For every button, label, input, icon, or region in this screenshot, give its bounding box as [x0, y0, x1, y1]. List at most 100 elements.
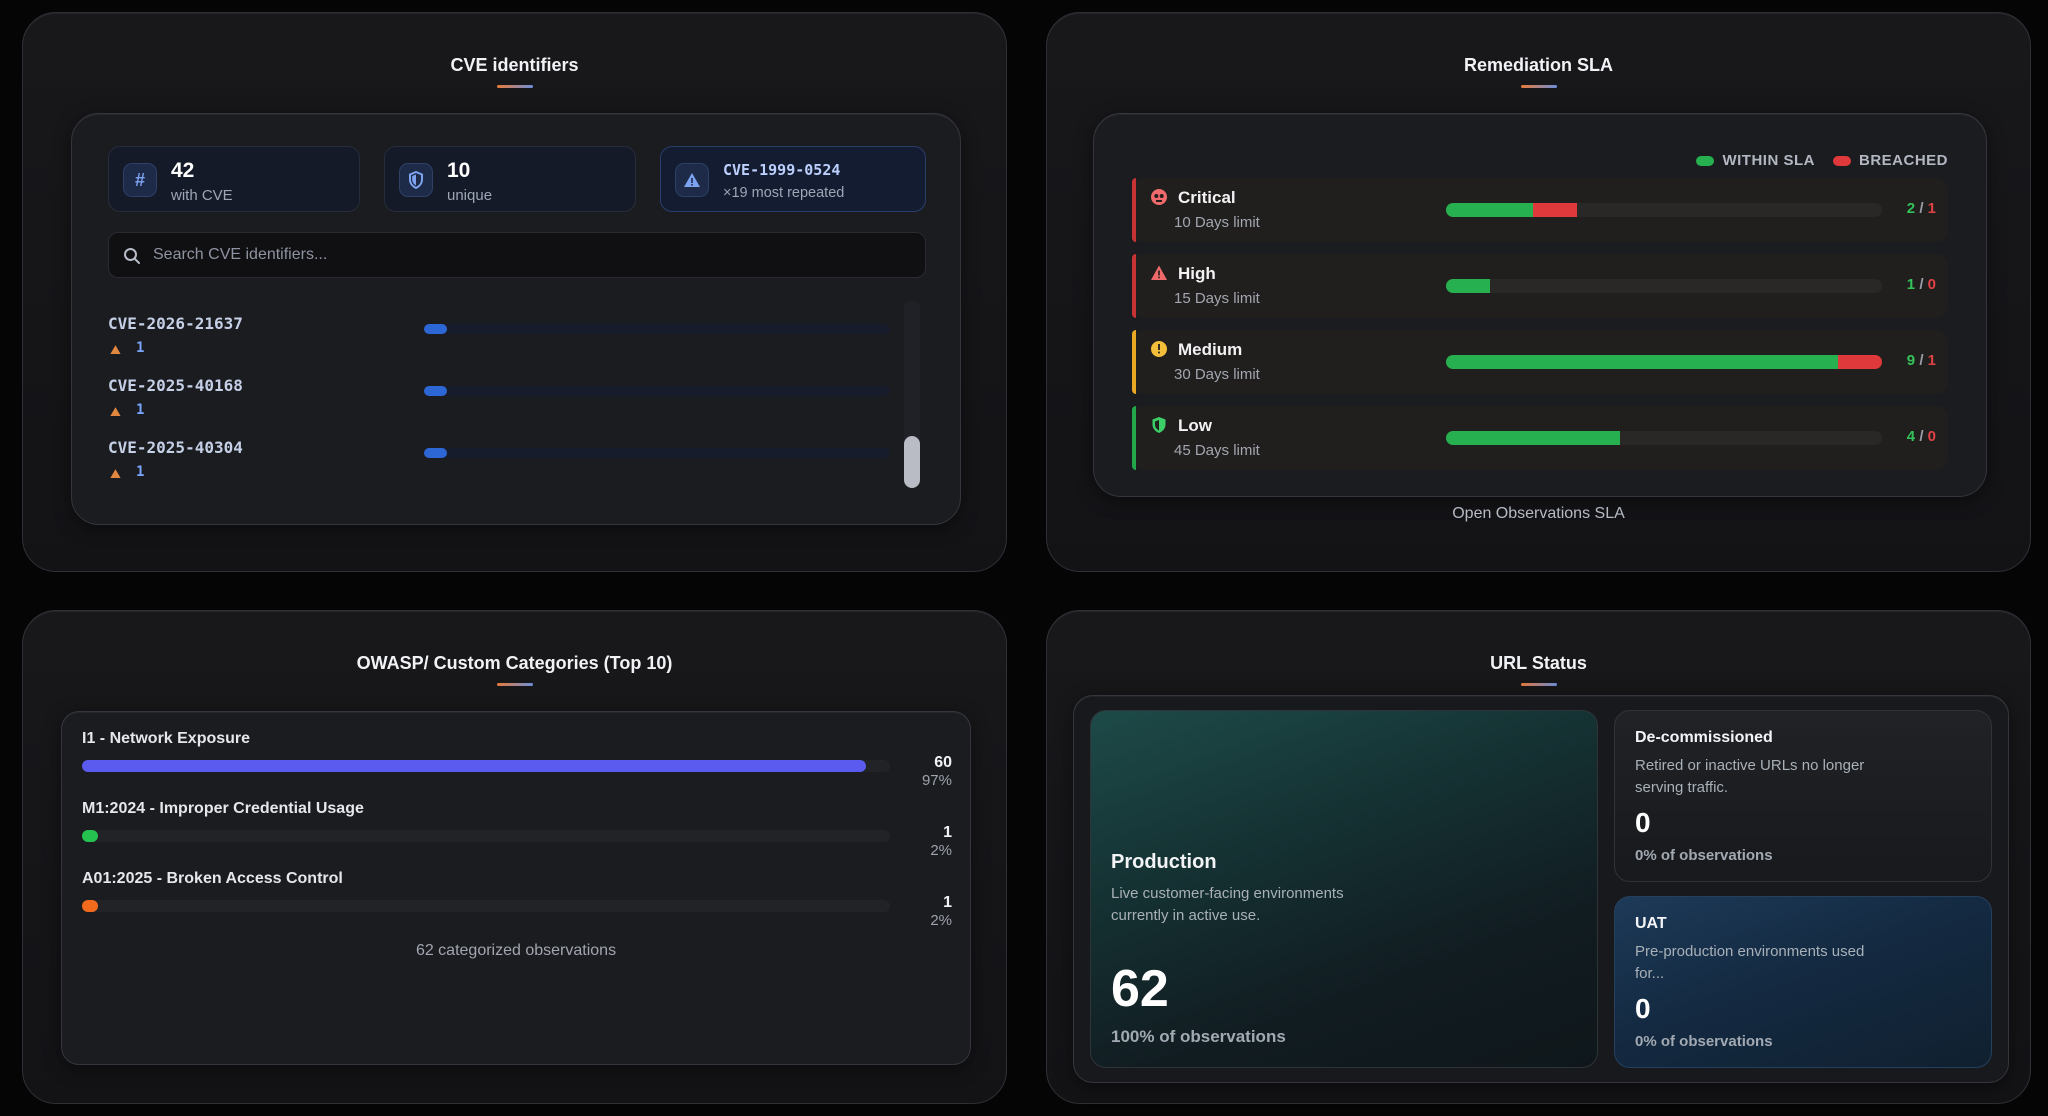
owasp-panel: I1 - Network Exposure 60 97% M1:2024 - I…	[61, 711, 971, 1065]
category-bar-track	[82, 760, 890, 772]
category-count: 60	[934, 754, 952, 771]
sla-row-critical[interactable]: Critical 10 Days limit 2 / 1	[1132, 178, 1948, 242]
info-circle-icon	[1151, 341, 1167, 357]
sla-ratio: 2 / 1	[1907, 200, 1936, 217]
sla-row-medium[interactable]: Medium 30 Days limit 9 / 1	[1132, 330, 1948, 394]
sla-row-high[interactable]: High 15 Days limit 1 / 0	[1132, 254, 1948, 318]
within-count: 2	[1906, 200, 1916, 217]
cve-list-item[interactable]: CVE-2025-40168 ⛰ 1	[108, 376, 890, 428]
stat-with-cve: # 42 with CVE	[108, 146, 360, 212]
cve-identifiers-card: CVE identifiers # 42 with CVE 10 unique …	[22, 12, 1007, 572]
category-percent: 2%	[930, 842, 952, 859]
sla-bar-breached	[1838, 355, 1882, 369]
owasp-category-row[interactable]: M1:2024 - Improper Credential Usage 1 2%	[82, 800, 952, 864]
stat-unique-label: unique	[447, 187, 493, 204]
fire-icon: ⛰	[110, 342, 121, 357]
production-title: Production	[1111, 851, 1217, 873]
category-bar-fill	[82, 760, 866, 772]
legend-breached: BREACHED	[1832, 152, 1948, 169]
cve-bar-fill	[424, 386, 448, 396]
within-count: 4	[1906, 428, 1916, 445]
category-bar-fill	[82, 900, 99, 912]
severity-accent	[1132, 254, 1136, 318]
owasp-categories-card: OWASP/ Custom Categories (Top 10) I1 - N…	[22, 610, 1007, 1104]
ratio-separator: /	[1919, 200, 1924, 217]
severity-name: Medium	[1178, 340, 1243, 359]
url-card-title: URL Status	[1490, 653, 1587, 673]
legend-within-label: WITHIN SLA	[1722, 152, 1815, 169]
severity-accent	[1132, 330, 1136, 394]
sla-row-low[interactable]: Low 45 Days limit 4 / 0	[1132, 406, 1948, 470]
category-bar-track	[82, 830, 890, 842]
uat-title: UAT	[1635, 915, 1667, 932]
warning-triangle-icon	[1151, 265, 1167, 280]
production-tile[interactable]: Production Live customer-facing environm…	[1090, 710, 1598, 1068]
sla-ratio: 4 / 0	[1907, 428, 1936, 445]
sla-panel: WITHIN SLA BREACHED Critical 10 Days lim…	[1093, 113, 1987, 497]
owasp-category-row[interactable]: I1 - Network Exposure 60 97%	[82, 730, 952, 794]
severity-name: Low	[1178, 416, 1212, 435]
severity-name: High	[1178, 264, 1216, 283]
stat-unique: 10 unique	[384, 146, 636, 212]
severity-limit: 30 Days limit	[1174, 366, 1260, 383]
severity-limit: 10 Days limit	[1174, 214, 1260, 231]
owasp-card-title: OWASP/ Custom Categories (Top 10)	[356, 653, 673, 673]
cve-count: 1	[136, 402, 145, 418]
decommissioned-tile[interactable]: De-commissioned Retired or inactive URLs…	[1614, 710, 1992, 882]
decommissioned-description: Retired or inactive URLs no longer servi…	[1635, 757, 1865, 796]
uat-percent: 0% of observations	[1635, 1033, 1773, 1050]
sla-ratio: 1 / 0	[1907, 276, 1936, 293]
sla-bar	[1446, 355, 1882, 369]
hash-icon: #	[123, 163, 157, 197]
legend-swatch-red	[1832, 155, 1851, 166]
sla-bar	[1446, 431, 1882, 445]
production-count: 62	[1111, 960, 1169, 1018]
legend-breached-label: BREACHED	[1858, 152, 1948, 169]
owasp-title-underline	[496, 683, 533, 686]
within-count: 9	[1906, 352, 1916, 369]
fire-icon: ⛰	[110, 404, 121, 419]
category-percent: 97%	[921, 772, 952, 789]
legend-within-sla: WITHIN SLA	[1696, 152, 1815, 169]
cve-card-title: CVE identifiers	[450, 55, 579, 75]
cve-bar-fill	[424, 448, 448, 458]
sla-bar	[1446, 279, 1882, 293]
decommissioned-title: De-commissioned	[1635, 729, 1773, 746]
category-bar-fill	[82, 830, 99, 842]
cve-bar-fill	[424, 324, 448, 334]
owasp-caption: 62 categorized observations	[415, 942, 617, 959]
cve-count: 1	[136, 340, 145, 356]
category-count: 1	[943, 894, 952, 911]
sla-bar-within	[1446, 355, 1839, 369]
cve-bar-track	[424, 448, 890, 458]
owasp-category-row[interactable]: A01:2025 - Broken Access Control 1 2%	[82, 870, 952, 934]
uat-description: Pre-production environments used for...	[1635, 943, 1865, 982]
scrollbar-thumb[interactable]	[904, 436, 920, 488]
stat-with-cve-label: with CVE	[171, 187, 233, 204]
breached-count: 0	[1927, 276, 1936, 293]
sla-bar	[1446, 203, 1882, 217]
sla-bar-within	[1446, 279, 1490, 293]
cve-list-scrollbar[interactable]	[904, 300, 920, 488]
sla-bar-within	[1446, 431, 1621, 445]
url-title-underline	[1520, 683, 1557, 686]
cve-id: CVE-2025-40168	[108, 376, 243, 395]
category-percent: 2%	[930, 912, 952, 929]
severity-limit: 15 Days limit	[1174, 290, 1260, 307]
severity-limit: 45 Days limit	[1174, 442, 1260, 459]
cve-bar-track	[424, 386, 890, 396]
stat-most-repeated[interactable]: CVE-1999-0524 ×19 most repeated	[660, 146, 926, 212]
uat-tile[interactable]: UAT Pre-production environments used for…	[1614, 896, 1992, 1068]
cve-id: CVE-2025-40304	[108, 438, 243, 457]
cve-list-item[interactable]: CVE-2026-21637 ⛰ 1	[108, 314, 890, 366]
warning-triangle-icon	[675, 163, 709, 197]
cve-list-item[interactable]: CVE-2025-40304 ⛰ 1	[108, 438, 890, 490]
breached-count: 0	[1927, 428, 1936, 445]
cve-bar-track	[424, 324, 890, 334]
breached-count: 1	[1927, 352, 1936, 369]
shield-icon	[399, 163, 433, 197]
cve-search-input[interactable]	[153, 241, 893, 269]
cve-search-bar[interactable]	[108, 232, 926, 278]
category-label: A01:2025 - Broken Access Control	[82, 870, 343, 887]
url-status-card: URL Status Production Live customer-faci…	[1046, 610, 2031, 1104]
